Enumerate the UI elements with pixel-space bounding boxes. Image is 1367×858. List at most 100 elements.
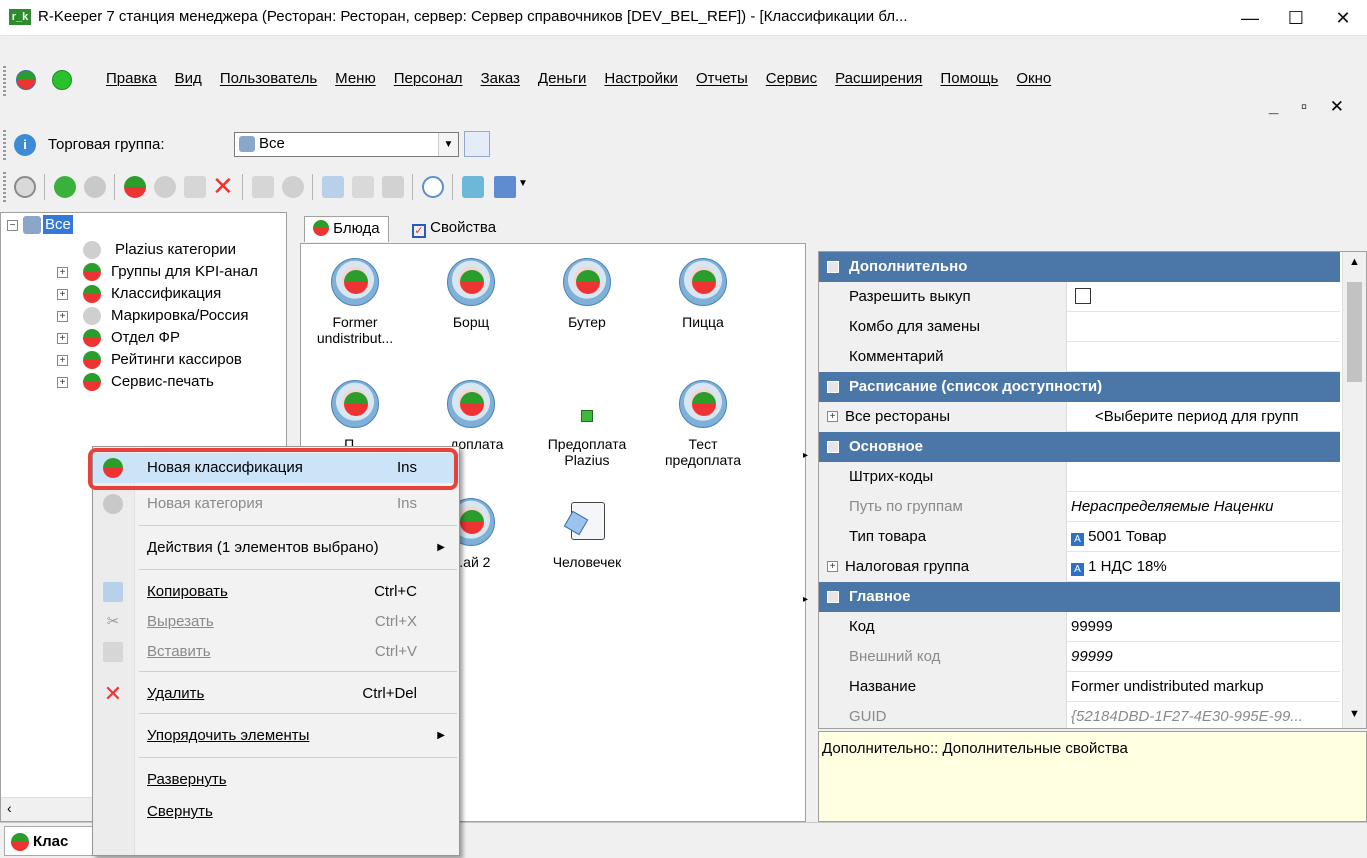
expand-icon[interactable]: + [57, 289, 68, 300]
tab-properties[interactable]: ✓ Свойства [404, 216, 504, 242]
collapse-icon[interactable]: − [7, 220, 18, 231]
chevron-down-icon[interactable]: ▼ [438, 133, 458, 156]
collapse-icon[interactable] [827, 261, 839, 273]
prop-row[interactable]: Тип товара A 5001 Товар [819, 522, 1340, 552]
menu-order[interactable]: Заказ [481, 70, 520, 87]
forward-icon[interactable] [84, 176, 106, 198]
scroll-thumb[interactable] [1347, 282, 1362, 382]
expand-icon[interactable]: + [57, 355, 68, 366]
menu-item-collapse[interactable]: Свернуть [93, 797, 459, 827]
dish-item[interactable]: П... [305, 380, 405, 452]
prop-row[interactable]: Код 99999 [819, 612, 1340, 642]
chevron-up-icon[interactable]: ▲ [1349, 256, 1360, 268]
menu-item-paste[interactable]: Вставить Ctrl+V [93, 637, 459, 667]
section-schedule[interactable]: Расписание (список доступности) [819, 372, 1340, 402]
prop-row[interactable]: GUID {52184DBD-1F27-4E30-995E-99... [819, 702, 1340, 728]
menu-window[interactable]: Окно [1016, 70, 1051, 87]
undo-icon[interactable] [282, 176, 304, 198]
tab-dishes[interactable]: Блюда [304, 216, 389, 242]
expand-icon[interactable]: + [57, 377, 68, 388]
grip-handle[interactable] [3, 130, 6, 160]
search-icon[interactable] [422, 176, 444, 198]
minimize-button[interactable]: — [1227, 0, 1273, 36]
splitter-arrow-icon[interactable]: ▸ [803, 594, 808, 605]
prop-row[interactable]: Комбо для замены [819, 312, 1340, 342]
chevron-down-icon[interactable]: ▼ [518, 178, 528, 189]
prop-row[interactable]: + Все рестораны <Выберите период для групп [819, 402, 1340, 432]
prop-row[interactable]: Разрешить выкуп [819, 282, 1340, 312]
close-button[interactable]: ✕ [1320, 0, 1366, 36]
collapse-icon[interactable] [827, 381, 839, 393]
tree-root-label[interactable]: Все [43, 215, 73, 234]
expand-icon[interactable]: + [827, 411, 838, 422]
menu-item-actions[interactable]: Действия (1 элементов выбрано) ▶ [93, 533, 459, 563]
menu-menu[interactable]: Меню [335, 70, 376, 87]
section-additional[interactable]: Дополнительно [819, 252, 1340, 282]
app-icon: r_k [9, 9, 31, 25]
menu-item-new-category[interactable]: Новая категория Ins [93, 489, 459, 519]
prop-row[interactable]: Штрих-коды [819, 462, 1340, 492]
chevron-left-icon[interactable]: ‹ [7, 800, 12, 816]
copy-icon[interactable] [322, 176, 344, 198]
menu-item-sort[interactable]: Упорядочить элементы ▶ [93, 721, 459, 751]
splitter-arrow-icon[interactable]: ▸ [803, 450, 808, 461]
user-filter-icon[interactable] [464, 131, 490, 157]
dish-item[interactable]: Предоплата Plazius [537, 380, 637, 468]
save-icon[interactable] [252, 176, 274, 198]
prop-row[interactable]: Комментарий [819, 342, 1340, 372]
checkbox[interactable] [1075, 288, 1091, 304]
menu-service[interactable]: Сервис [766, 70, 817, 87]
grip-handle[interactable] [3, 172, 6, 202]
dish-item[interactable]: Борщ [421, 258, 521, 330]
chevron-down-icon[interactable]: ▼ [1349, 708, 1360, 720]
menu-settings[interactable]: Настройки [604, 70, 678, 87]
dish-item[interactable]: Former undistribut... [305, 258, 405, 346]
grid-view-icon[interactable] [494, 176, 516, 198]
new-subitem-icon[interactable] [154, 176, 176, 198]
chevron-right-icon: ▶ [437, 542, 445, 553]
grip-handle[interactable] [3, 66, 6, 96]
properties-grid[interactable]: Дополнительно Разрешить выкуп Комбо для … [818, 251, 1367, 729]
cut-icon[interactable] [352, 176, 374, 198]
prop-row[interactable]: + Налоговая группа A 1 НДС 18% [819, 552, 1340, 582]
collapse-icon[interactable] [827, 591, 839, 603]
new-item-icon[interactable] [124, 176, 146, 198]
collapse-icon[interactable] [827, 441, 839, 453]
dish-item[interactable]: ...доплата [421, 380, 521, 452]
expand-icon[interactable]: + [57, 333, 68, 344]
expand-icon[interactable]: + [57, 311, 68, 322]
dish-item[interactable]: Человечек [537, 498, 637, 570]
section-main[interactable]: Главное [819, 582, 1340, 612]
prop-row[interactable]: Внешний код 99999 [819, 642, 1340, 672]
menu-money[interactable]: Деньги [538, 70, 586, 87]
menu-view[interactable]: Вид [175, 70, 202, 87]
menu-help[interactable]: Помощь [940, 70, 998, 87]
paste-icon[interactable] [382, 176, 404, 198]
dish-item[interactable]: Бутер [537, 258, 637, 330]
dish-item[interactable]: Пицца [653, 258, 753, 330]
section-basic[interactable]: Основное [819, 432, 1340, 462]
trade-group-select[interactable]: Все ▼ [234, 132, 459, 157]
menu-extensions[interactable]: Расширения [835, 70, 922, 87]
mdi-controls[interactable]: _ ▫ ✕ [1269, 97, 1353, 117]
menu-reports[interactable]: Отчеты [696, 70, 748, 87]
delete-icon[interactable]: ✕ [212, 172, 234, 200]
vertical-scrollbar[interactable]: ▲ ▼ [1342, 252, 1366, 728]
menu-item-expand[interactable]: Развернуть [93, 765, 459, 795]
back-icon[interactable] [54, 176, 76, 198]
prop-row[interactable]: Название Former undistributed markup [819, 672, 1340, 702]
expand-icon[interactable]: + [57, 267, 68, 278]
menu-item-delete[interactable]: ✕ Удалить Ctrl+Del [93, 679, 459, 709]
menu-item-cut[interactable]: ✂ Вырезать Ctrl+X [93, 607, 459, 637]
menu-user[interactable]: Пользователь [220, 70, 317, 87]
maximize-button[interactable]: ☐ [1273, 0, 1319, 36]
menu-edit[interactable]: Правка [106, 70, 157, 87]
edit-icon[interactable] [184, 176, 206, 198]
expand-icon[interactable]: + [827, 561, 838, 572]
filter-icon[interactable] [462, 176, 484, 198]
refresh-icon[interactable] [14, 176, 36, 198]
dish-item[interactable]: Тест предоплата [653, 380, 753, 468]
prop-row[interactable]: Путь по группам Нераспределяемые Наценки [819, 492, 1340, 522]
menu-item-copy[interactable]: Копировать Ctrl+C [93, 577, 459, 607]
menu-staff[interactable]: Персонал [394, 70, 463, 87]
